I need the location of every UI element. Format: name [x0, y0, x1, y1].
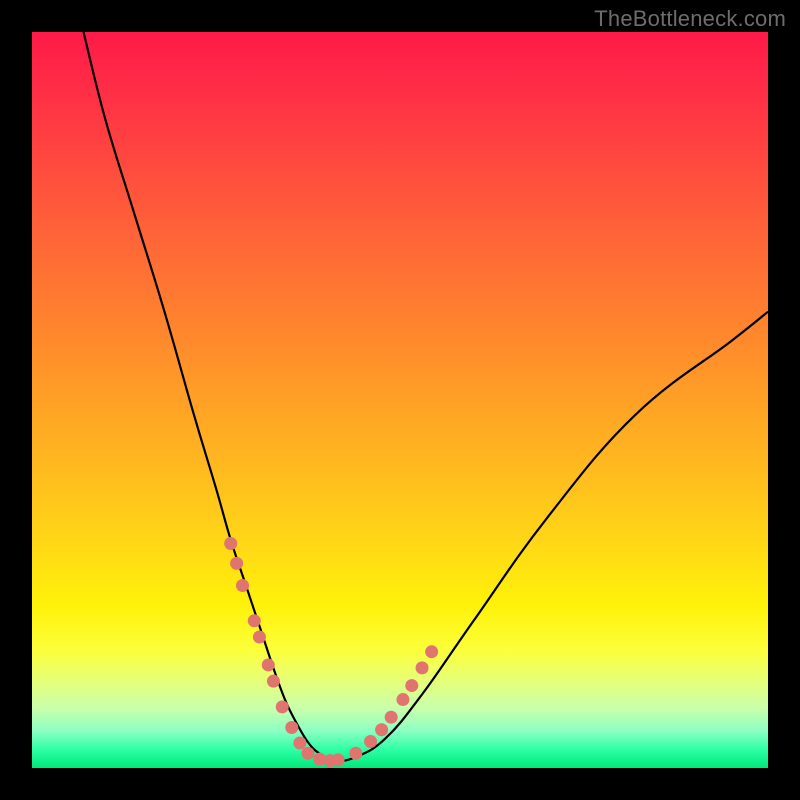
data-marker [302, 747, 315, 760]
chart-frame: TheBottleneck.com [0, 0, 800, 800]
data-marker [375, 723, 388, 736]
plot-area [32, 32, 768, 768]
data-marker [285, 721, 298, 734]
data-marker [405, 679, 418, 692]
data-marker [396, 693, 409, 706]
marker-group [224, 537, 438, 767]
curve-svg [32, 32, 768, 768]
data-marker [349, 747, 362, 760]
watermark-text: TheBottleneck.com [594, 6, 786, 32]
data-marker [267, 675, 280, 688]
data-marker [276, 700, 289, 713]
data-marker [248, 614, 261, 627]
data-marker [224, 537, 237, 550]
data-marker [385, 711, 398, 724]
data-marker [236, 579, 249, 592]
data-marker [230, 557, 243, 570]
data-marker [262, 658, 275, 671]
data-marker [425, 645, 438, 658]
data-marker [293, 736, 306, 749]
data-marker [332, 753, 345, 766]
data-marker [253, 630, 266, 643]
data-marker [364, 735, 377, 748]
data-marker [416, 661, 429, 674]
